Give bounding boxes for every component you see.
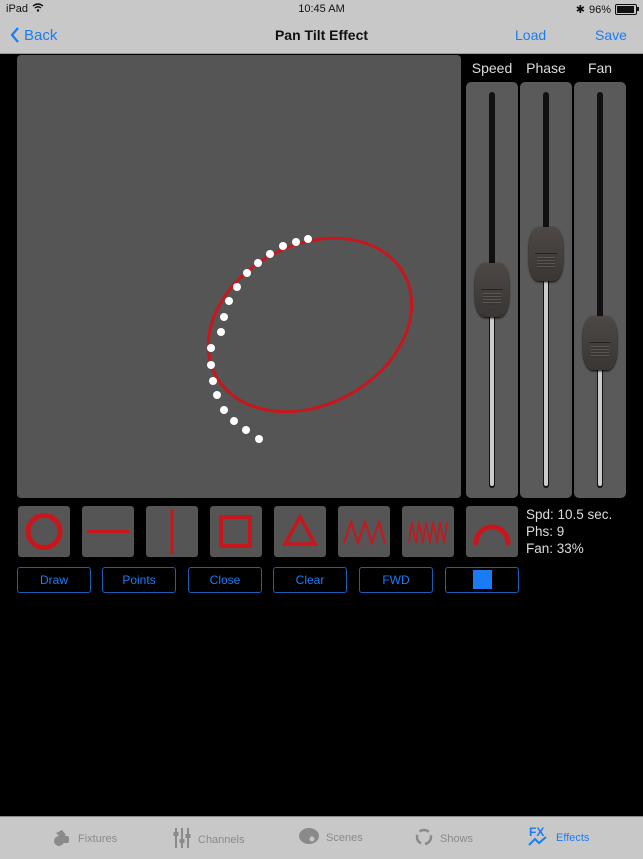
tab-label: Effects: [556, 831, 590, 844]
tab-label: Shows: [440, 832, 474, 845]
tab-bar: Fixtures Channels Scenes Shows FX Effects: [0, 816, 643, 859]
fixture-point[interactable]: [230, 417, 238, 425]
battery-percent: 96%: [588, 3, 611, 16]
speed-slider[interactable]: [466, 82, 518, 498]
shape-zigzag-button[interactable]: [338, 506, 390, 557]
save-button[interactable]: Save: [595, 27, 627, 43]
fixture-icon: [52, 827, 72, 850]
shape-horizontal-line-button[interactable]: [82, 506, 134, 557]
shape-vertical-line-button[interactable]: [146, 506, 198, 557]
vertical-line-icon: [170, 509, 174, 554]
status-bar: iPad 10:45 AM ✱ 96%: [0, 0, 643, 18]
points-button[interactable]: Points: [102, 567, 176, 593]
slider-label-speed: Speed: [471, 60, 513, 76]
slider-knob[interactable]: [529, 227, 563, 282]
slider-label-phase: Phase: [526, 60, 566, 76]
color-swatch: [472, 570, 492, 589]
horizontal-line-icon: [87, 530, 129, 533]
phase-readout: Phs: 9: [526, 524, 565, 539]
fixture-point[interactable]: [220, 406, 228, 414]
fwd-button[interactable]: FWD: [359, 567, 433, 593]
speed-readout: Spd: 10.5 sec.: [526, 507, 613, 522]
slider-label-fan: Fan: [587, 60, 613, 76]
tab-label: Scenes: [326, 831, 363, 844]
zigzag-dense-icon: [408, 521, 448, 544]
tab-shows[interactable]: Shows: [414, 827, 473, 850]
fan-readout: Fan: 33%: [526, 541, 584, 556]
circle-icon: [25, 513, 63, 550]
fixture-point[interactable]: [225, 297, 233, 305]
fixture-point[interactable]: [213, 391, 221, 399]
slider-fill: [598, 363, 602, 486]
fx-icon: FX: [528, 825, 550, 850]
effect-canvas: [206, 235, 414, 443]
tab-fixtures[interactable]: Fixtures: [52, 827, 117, 850]
slider-fill: [490, 310, 494, 486]
fixture-point[interactable]: [243, 269, 251, 277]
shape-triangle-button[interactable]: [274, 506, 326, 557]
fixture-point[interactable]: [220, 313, 228, 321]
slider-knob[interactable]: [475, 263, 509, 317]
fixture-point[interactable]: [254, 259, 262, 267]
pan-tilt-pad[interactable]: [17, 55, 461, 498]
fixture-point[interactable]: [279, 242, 287, 250]
arc-icon: [473, 524, 511, 546]
fixture-point[interactable]: [233, 283, 241, 291]
loop-icon: [414, 827, 434, 850]
phase-slider[interactable]: [520, 82, 572, 498]
slider-fill: [544, 274, 548, 486]
tab-scenes[interactable]: Scenes: [298, 827, 363, 848]
nav-bar: Back Pan Tilt Effect Load Save: [0, 18, 643, 54]
sliders-icon: [172, 827, 192, 852]
fixture-point[interactable]: [207, 344, 215, 352]
zigzag-icon: [343, 518, 386, 547]
tab-label: Channels: [198, 833, 245, 846]
bluetooth-icon: ✱: [575, 4, 585, 16]
fixture-point[interactable]: [292, 238, 300, 246]
square-icon: [219, 515, 252, 548]
shape-arc-button[interactable]: [466, 506, 518, 557]
fixture-point[interactable]: [304, 235, 312, 243]
fixture-point[interactable]: [266, 250, 274, 258]
svg-text:FX: FX: [529, 825, 544, 839]
shape-square-button[interactable]: [210, 506, 262, 557]
battery-icon: [615, 4, 639, 15]
palette-icon: [298, 827, 320, 848]
color-button[interactable]: [445, 567, 519, 593]
load-button[interactable]: Load: [515, 27, 546, 43]
clear-button[interactable]: Clear: [273, 567, 347, 593]
fixture-point[interactable]: [207, 361, 215, 369]
tab-channels[interactable]: Channels: [172, 827, 244, 852]
tab-label: Fixtures: [78, 832, 118, 845]
slider-knob[interactable]: [583, 316, 617, 371]
fixture-point[interactable]: [242, 426, 250, 434]
fan-slider[interactable]: [574, 82, 626, 498]
effect-info: Spd: 10.5 sec. Phs: 9 Fan: 33%: [526, 506, 612, 557]
fixture-point[interactable]: [255, 435, 263, 443]
shape-zigzag-dense-button[interactable]: [402, 506, 454, 557]
tab-effects[interactable]: FX Effects: [528, 825, 589, 850]
fixture-point[interactable]: [209, 377, 217, 385]
fixture-point[interactable]: [217, 328, 225, 336]
shape-circle-button[interactable]: [18, 506, 70, 557]
draw-button[interactable]: Draw: [17, 567, 91, 593]
clock: 10:45 AM: [298, 3, 345, 15]
page-title: Pan Tilt Effect: [274, 27, 369, 43]
triangle-icon: [282, 513, 318, 546]
close-button[interactable]: Close: [188, 567, 262, 593]
